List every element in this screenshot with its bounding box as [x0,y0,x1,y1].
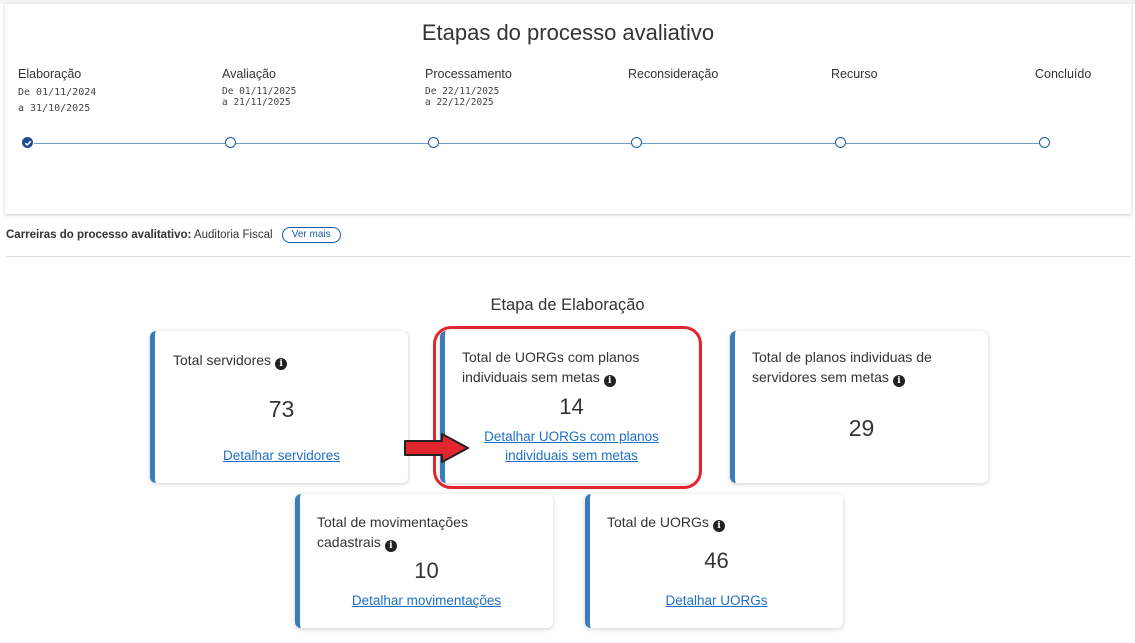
card-total-servidores: Total servidores i 73 Detalhar servidores [150,331,408,483]
stages-panel: Etapas do processo avaliativo Elaboração… [5,4,1131,214]
card-label-line2: cadastrais i [317,532,468,552]
check-icon [24,140,32,147]
stage-name: Elaboração [18,67,82,81]
stage-name: Recurso [831,67,878,81]
careers-value: Auditoria Fiscal [193,229,273,242]
stage-name: Reconsideração [628,67,719,81]
stage-date-end: a 22/12/2025 [425,97,494,108]
card-label: Total de UORGs i [607,512,725,532]
stage-node [225,137,236,148]
detalhar-uorgs-link[interactable]: Detalhar UORGs [590,591,843,610]
stage-node [835,137,846,148]
stage-node [1039,137,1050,148]
card-label-line2-text: cadastrais [317,534,381,550]
stage-date-end: a 31/10/2025 [18,103,91,114]
stages-title: Etapas do processo avaliativo [421,20,715,45]
card-planos-sem-metas: Total de planos individuas de servidores… [730,331,988,483]
stage-reconsideracao[interactable]: Reconsideração [628,67,718,81]
right-arrow-icon [404,433,469,463]
card-label-text: Total servidores [173,352,272,368]
card-label-line2-text: servidores sem metas [752,369,889,385]
card-label-text: Total de UORGs [607,514,709,530]
stage-node [428,137,439,148]
stage-name: Processamento [425,67,512,81]
card-movimentacoes: Total de movimentações cadastrais i 10 De… [295,494,553,628]
careers-label: Carreiras do processo avalitativo: [6,229,192,242]
card-label-line2: servidores sem metas i [752,367,932,387]
stage-node-completed [22,137,33,148]
stage-processamento[interactable]: Processamento De 22/11/2025 a 22/12/2025 [425,67,512,108]
info-icon[interactable]: i [275,358,288,370]
info-icon[interactable]: i [712,520,725,532]
card-value: 29 [848,415,875,441]
detalhar-movimentacoes-link[interactable]: Detalhar movimentações [300,591,553,610]
stage-concluido[interactable]: Concluído [1035,67,1091,81]
stage-node [631,137,642,148]
stage-dates: De 01/11/2025 a 21/11/2025 [222,86,296,108]
card-label-line1: Total de movimentações [317,514,468,530]
stage-date-start: De 22/11/2025 [425,86,500,97]
stage-dates: De 22/11/2025 a 22/12/2025 [425,86,512,108]
card-value: 73 [268,396,295,422]
card-total-uorgs: Total de UORGs i 46 Detalhar UORGs [585,494,843,628]
info-icon[interactable]: i [892,375,905,387]
stage-elaboracao[interactable]: Elaboração De 01/11/2024 a 31/10/2025 [18,67,96,117]
stage-date-end: a 21/11/2025 [222,97,291,108]
card-label-line1: Total de planos individuas de [752,349,932,365]
stage-date-start: De 01/11/2024 [18,87,97,98]
stage-name: Avaliação [222,67,276,81]
info-icon[interactable]: i [384,540,397,552]
stage-dates: De 01/11/2024 a 31/10/2025 [18,85,96,117]
stage-name: Concluído [1035,67,1092,81]
highlight-box [433,326,702,489]
detalhar-servidores-link[interactable]: Detalhar servidores [155,446,408,465]
careers-row: Carreiras do processo avalitativo: Audit… [6,227,341,243]
timeline-line [34,143,1044,144]
card-label: Total de planos individuas de servidores… [752,347,932,387]
card-label: Total servidores i [173,350,288,370]
stage-avaliacao[interactable]: Avaliação De 01/11/2025 a 21/11/2025 [222,67,296,108]
section-title: Etapa de Elaboração [490,296,645,314]
stage-date-start: De 01/11/2025 [222,86,297,97]
divider [6,256,1131,257]
ver-mais-button[interactable]: Ver mais [281,227,341,243]
card-value: 46 [704,548,729,573]
card-value: 10 [414,558,439,583]
card-label: Total de movimentações cadastrais i [317,512,468,552]
stage-recurso[interactable]: Recurso [831,67,878,81]
